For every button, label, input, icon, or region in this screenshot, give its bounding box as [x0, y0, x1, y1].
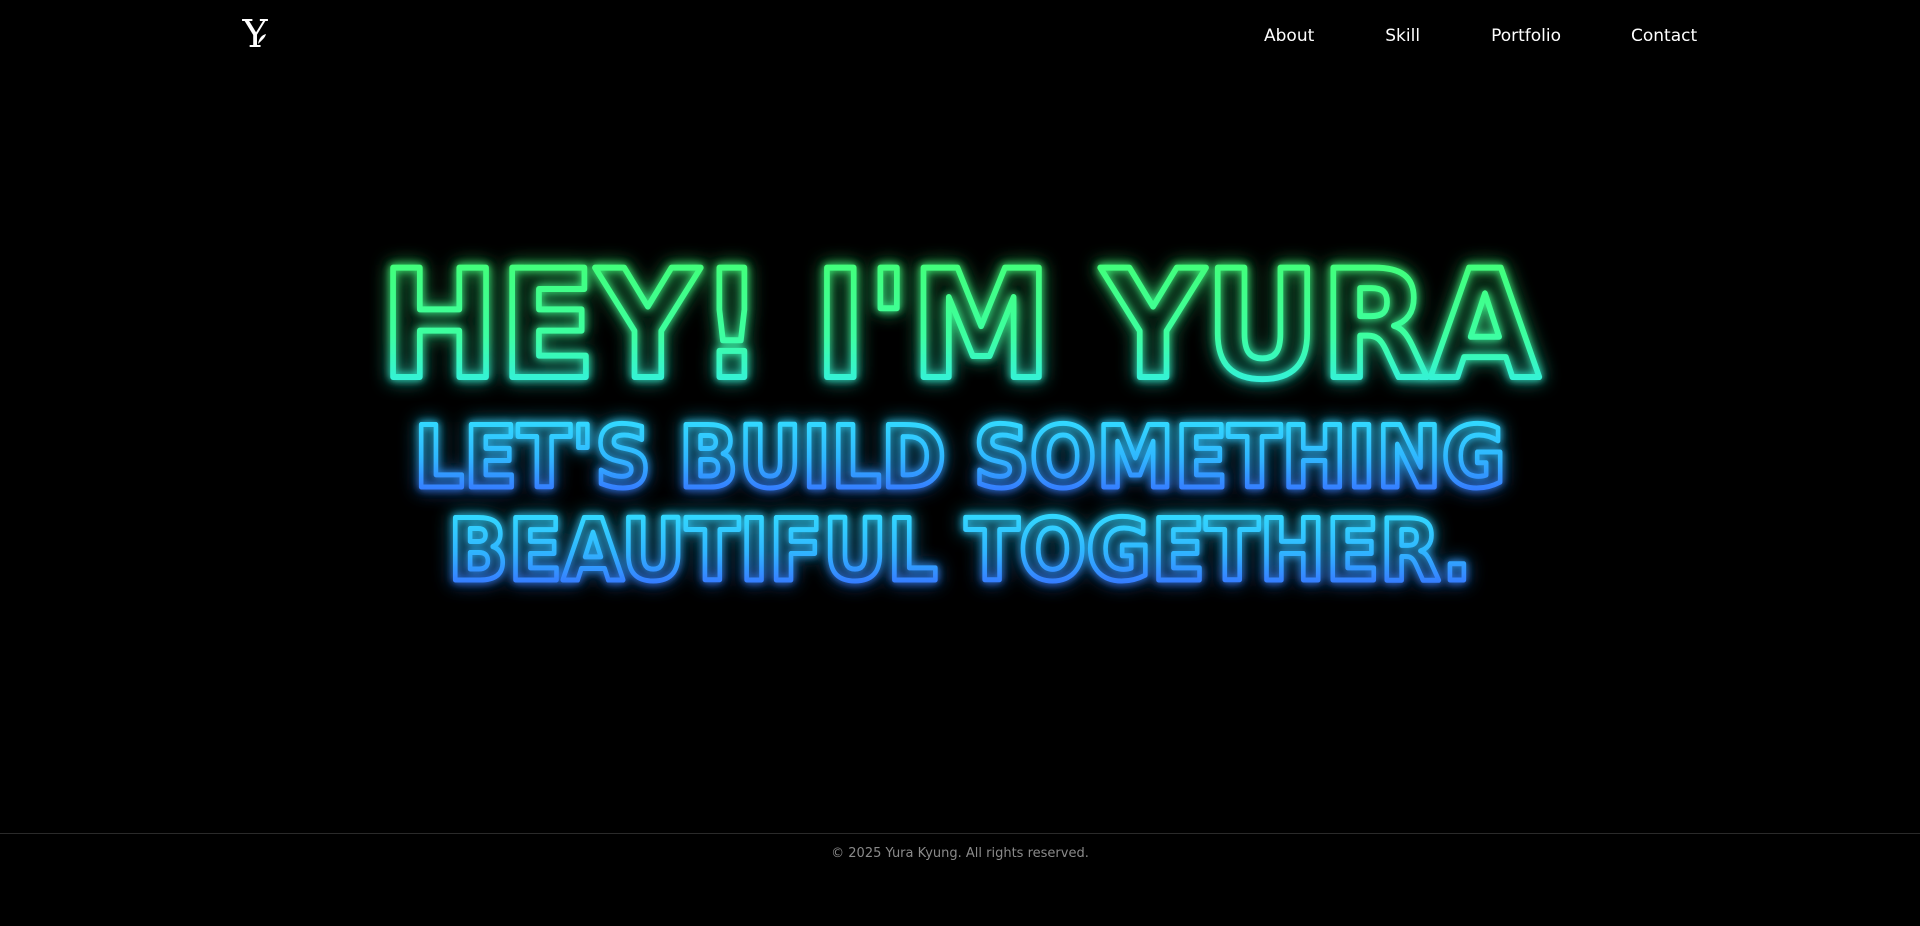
- logo-letter: Y: [241, 14, 268, 54]
- nav-contact-link[interactable]: Contact: [1631, 24, 1697, 48]
- hero-subtitle-line-2: BEAUTIFUL TOGETHER.: [448, 501, 1472, 601]
- nav-skill-link[interactable]: Skill: [1385, 24, 1420, 48]
- copyright-text: © 2025 Yura Kyung. All rights reserved.: [831, 846, 1089, 861]
- landing-page: Y About Skill Portfolio Contact HEY! I'M…: [0, 0, 1920, 926]
- logo-icon[interactable]: Y: [238, 14, 272, 54]
- main-nav: About Skill Portfolio Contact: [1264, 24, 1697, 48]
- hero-title: HEY! I'M YURA: [380, 239, 1540, 413]
- site-header: Y About Skill Portfolio Contact: [0, 0, 1920, 72]
- neon-headline: HEY! I'M YURA LET'S BUILD SOMETHING BEAU…: [377, 236, 1543, 604]
- site-footer: © 2025 Yura Kyung. All rights reserved.: [0, 833, 1920, 926]
- hero-subtitle-line-1: LET'S BUILD SOMETHING: [414, 408, 1506, 508]
- nav-portfolio-link[interactable]: Portfolio: [1491, 24, 1561, 48]
- hero-section: HEY! I'M YURA LET'S BUILD SOMETHING BEAU…: [0, 225, 1920, 605]
- nav-about-link[interactable]: About: [1264, 24, 1314, 48]
